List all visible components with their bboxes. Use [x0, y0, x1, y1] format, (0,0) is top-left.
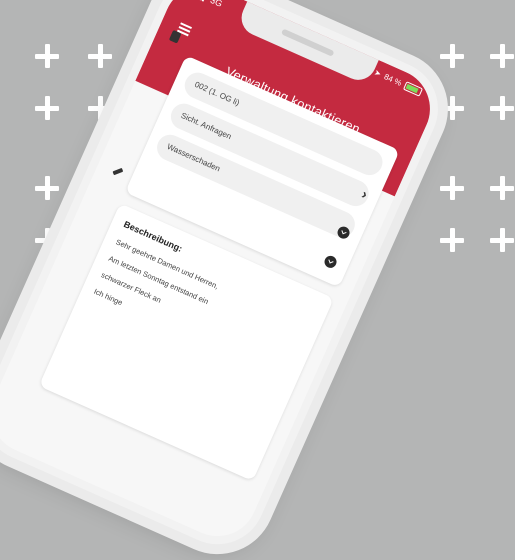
- battery-level: [405, 83, 419, 94]
- background-cross-icon: [440, 176, 464, 200]
- background-cross-icon: [35, 44, 59, 68]
- description-text-line[interactable]: Am letzten Sonntag entstand ein: [107, 254, 303, 348]
- speaker-grille: [280, 28, 335, 57]
- background-cross-icon: [88, 96, 112, 120]
- battery-icon: [402, 81, 424, 97]
- background-cross-icon: [35, 96, 59, 120]
- phone-mockup: 3G ➤ 84 % Verwaltung kontaktieren 002 (1…: [0, 0, 454, 560]
- signal-icon: [196, 0, 207, 2]
- phone-frame: 3G ➤ 84 % Verwaltung kontaktieren 002 (1…: [0, 0, 454, 560]
- background-cross-icon: [440, 44, 464, 68]
- background-cross-icon: [490, 176, 514, 200]
- background-cross-icon: [35, 176, 59, 200]
- background-cross-icon: [490, 96, 514, 120]
- status-bar-right: ➤ 84 %: [373, 68, 424, 97]
- background-cross-icon: [490, 44, 514, 68]
- background-cross-icon: [490, 228, 514, 252]
- battery-percent: 84 %: [382, 72, 403, 88]
- phone-screen: 3G ➤ 84 % Verwaltung kontaktieren 002 (1…: [0, 0, 443, 549]
- pencil-icon: [112, 167, 124, 176]
- background-cross-icon: [440, 228, 464, 252]
- main-content: 002 (1. OG li) Sicht. Anfragen › Wassers…: [0, 29, 400, 549]
- status-bar-left: 3G: [196, 0, 224, 9]
- phone-notch: [235, 1, 379, 86]
- background-cross-icon: [88, 44, 112, 68]
- network-label: 3G: [208, 0, 224, 9]
- expand-dropdown-icon[interactable]: [322, 253, 339, 270]
